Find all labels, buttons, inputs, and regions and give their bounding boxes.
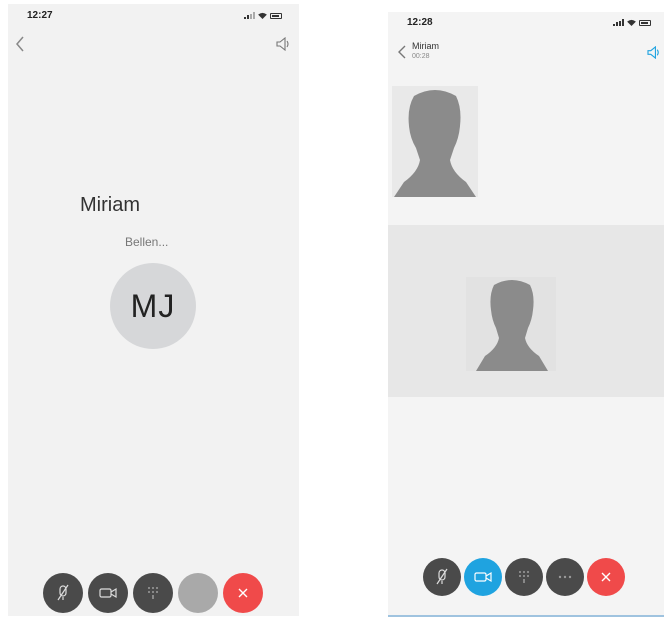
call-controls <box>423 558 625 596</box>
status-icons <box>613 19 651 26</box>
avatar-initials: MJ <box>130 287 176 324</box>
remote-video[interactable] <box>466 277 556 371</box>
remote-video-area <box>388 225 664 397</box>
status-icons <box>244 12 282 19</box>
battery-icon <box>639 19 651 26</box>
call-status: Bellen... <box>125 235 169 249</box>
keypad-icon <box>148 587 158 599</box>
wifi-icon <box>258 12 267 19</box>
signal-icon <box>613 19 624 26</box>
more-icon <box>558 575 572 579</box>
person-silhouette-icon <box>394 90 476 197</box>
video-button[interactable] <box>464 558 502 596</box>
battery-icon <box>270 12 282 19</box>
keypad-button[interactable] <box>505 558 543 596</box>
speaker-icon[interactable] <box>647 46 662 59</box>
video-button[interactable] <box>88 573 128 613</box>
keypad-icon <box>519 571 529 583</box>
end-call-button[interactable] <box>587 558 625 596</box>
video-camera-icon <box>474 571 492 583</box>
wifi-icon <box>627 19 636 26</box>
end-call-button[interactable] <box>223 573 263 613</box>
person-silhouette-icon <box>476 280 548 371</box>
more-button[interactable] <box>546 558 584 596</box>
contact-name: Miriam <box>412 41 439 51</box>
speaker-icon[interactable] <box>276 37 292 51</box>
signal-icon <box>244 12 255 19</box>
calling-screen: 12:27 Miriam Bellen... MJ <box>8 4 299 616</box>
disabled-button[interactable] <box>178 573 218 613</box>
self-video-preview[interactable] <box>392 86 478 197</box>
mute-mic-icon <box>436 568 448 585</box>
keypad-button[interactable] <box>133 573 173 613</box>
status-time: 12:27 <box>27 10 53 21</box>
status-time: 12:28 <box>407 17 433 28</box>
video-call-screen: 12:28 Miriam 00:28 <box>388 12 664 617</box>
mute-button[interactable] <box>43 573 83 613</box>
back-icon[interactable] <box>398 45 406 59</box>
contact-name: Miriam <box>80 194 140 216</box>
mute-button[interactable] <box>423 558 461 596</box>
call-duration: 00:28 <box>412 53 430 60</box>
mute-mic-icon <box>57 584 69 601</box>
end-call-x-icon <box>601 572 611 582</box>
call-controls <box>43 573 263 613</box>
end-call-x-icon <box>238 588 248 598</box>
video-camera-icon <box>99 587 117 599</box>
avatar: MJ <box>110 263 196 349</box>
back-icon[interactable] <box>15 36 25 52</box>
